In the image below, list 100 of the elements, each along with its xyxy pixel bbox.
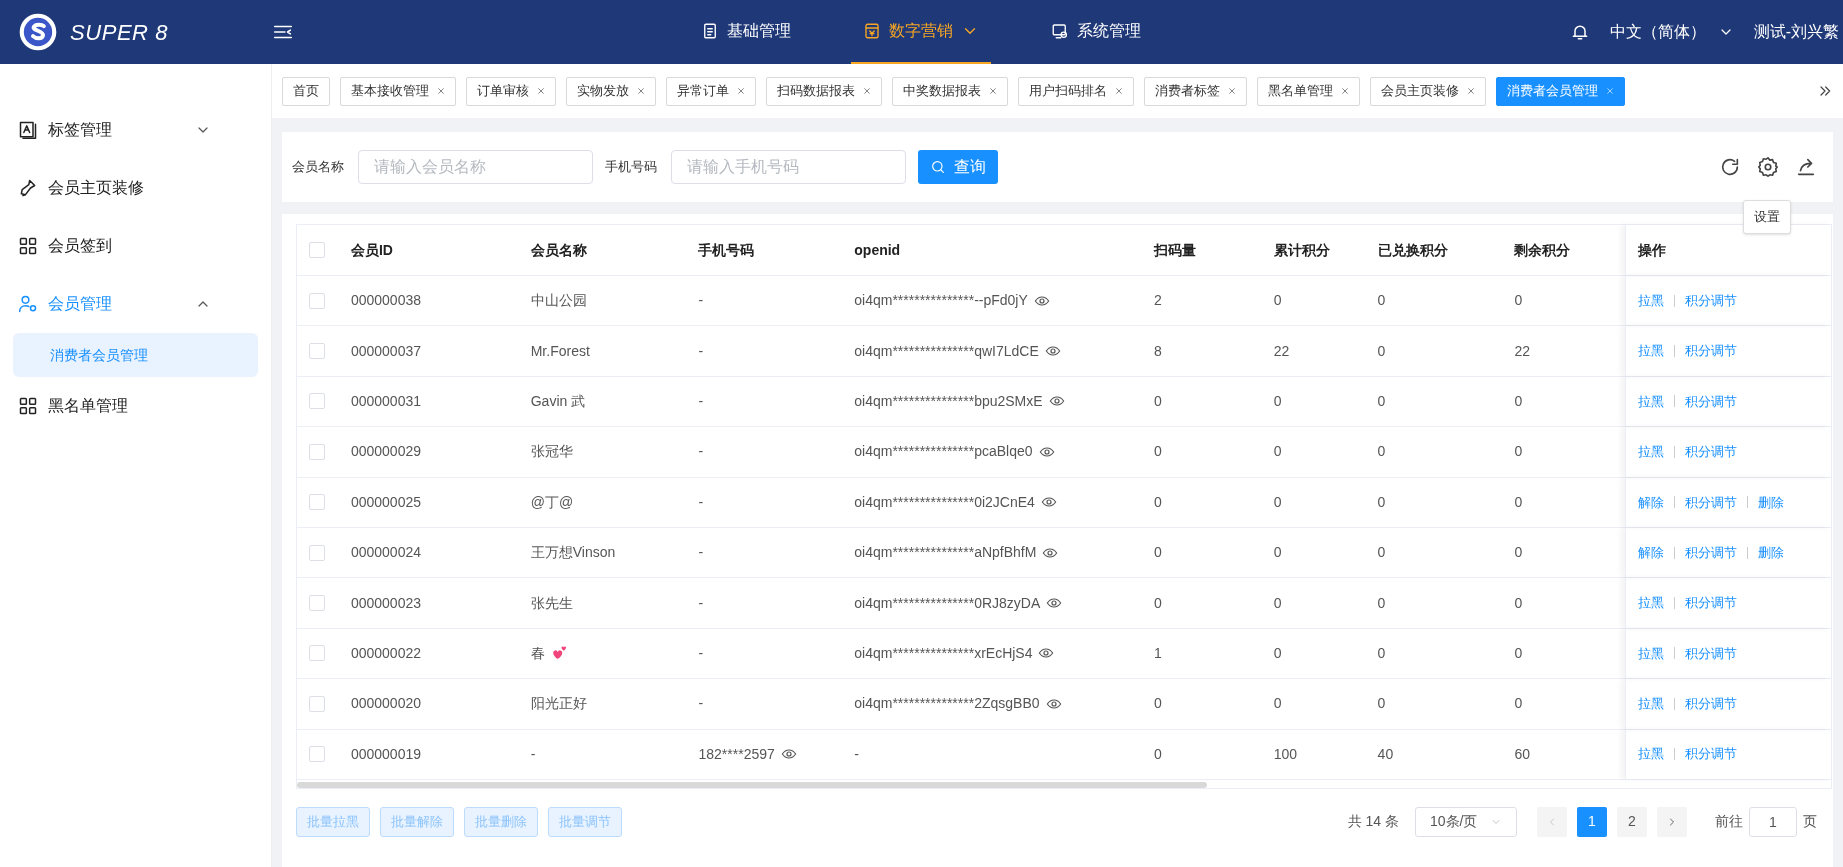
table-cell-text: 0 [1273, 442, 1282, 462]
page-tab[interactable]: 扫码数据报表 [766, 76, 882, 106]
search-button[interactable]: 查询 [918, 150, 998, 184]
table-cell-text: 0 [1153, 442, 1162, 462]
table-cell-text: 000000029 [350, 442, 421, 462]
page-tab[interactable]: 中奖数据报表 [892, 76, 1008, 106]
table-cell-text: 0 [1273, 291, 1282, 311]
user-name[interactable]: 测试-刘兴繁 [1753, 20, 1839, 44]
action-link[interactable]: 积分调节 [1685, 593, 1738, 613]
page-tab[interactable]: 会员主页装修 [1370, 76, 1486, 106]
scrollbar[interactable] [297, 781, 1207, 788]
checkbox[interactable] [309, 393, 325, 410]
action-link[interactable]: 删除 [1758, 492, 1785, 512]
close-icon[interactable] [1341, 87, 1349, 95]
input-field[interactable]: 请输入手机号码 [671, 150, 906, 184]
checkbox[interactable] [309, 695, 325, 712]
page-tab[interactable]: 用户扫码排名 [1018, 76, 1134, 106]
action-link[interactable]: 积分调节 [1685, 290, 1738, 311]
total-count: 共 14 条 [1347, 812, 1399, 832]
page-size-select[interactable]: 10条/页 [1415, 806, 1517, 837]
checkbox[interactable] [309, 645, 325, 662]
page-button[interactable]: 1 [1577, 806, 1607, 837]
table-cell-text: Mr.Forest [530, 341, 590, 361]
table-cell-text: - [698, 593, 704, 613]
page-tab[interactable]: 异常订单 [666, 76, 756, 106]
close-icon[interactable] [989, 87, 997, 95]
action-link[interactable]: 积分调节 [1685, 744, 1738, 764]
page-tab[interactable]: 订单审核 [466, 76, 556, 106]
close-icon[interactable] [637, 87, 645, 95]
field-label: 手机号码 [605, 158, 657, 177]
action-link[interactable]: 积分调节 [1685, 643, 1738, 664]
action-link[interactable]: 删除 [1758, 542, 1785, 563]
share-icon[interactable] [1795, 156, 1817, 178]
input-field[interactable]: 请输入会员名称 [358, 150, 593, 184]
settings-icon[interactable] [1757, 156, 1779, 178]
sidebar-item[interactable]: 标签管理 [0, 101, 271, 159]
action-link[interactable]: 解除 [1638, 542, 1665, 563]
close-icon[interactable] [863, 87, 871, 95]
table-cell-text: 000000019 [350, 744, 421, 764]
table-cell-text: 0 [1153, 543, 1162, 563]
grid-icon [18, 236, 38, 256]
action-link[interactable]: 积分调节 [1685, 341, 1738, 361]
checkbox[interactable] [309, 343, 325, 360]
table-cell-text: 0 [1514, 442, 1523, 462]
page-tab[interactable]: 首页 [282, 76, 330, 106]
action-link[interactable]: 积分调节 [1685, 492, 1738, 512]
table-cell-text: - [530, 744, 536, 764]
page-tab[interactable]: 基本接收管理 [340, 76, 456, 106]
table-cell-text: 1 [1153, 643, 1162, 663]
action-link[interactable]: 拉黑 [1638, 744, 1665, 764]
table-cell-text: oi4qm***************aNpfBhfM [854, 543, 1037, 563]
page-tab[interactable]: 实物发放 [566, 76, 656, 106]
page-tab[interactable]: 消费者会员管理 [1496, 76, 1625, 106]
sidebar-item[interactable]: 会员管理 [0, 275, 271, 333]
table-cell-text: 8 [1153, 341, 1162, 361]
checkbox[interactable] [309, 443, 325, 460]
action-link[interactable]: 拉黑 [1638, 694, 1665, 714]
nav-tab[interactable]: 系统管理 [1039, 0, 1153, 64]
sidebar-item[interactable]: 会员签到 [0, 217, 271, 275]
checkbox[interactable] [309, 746, 325, 763]
page-button[interactable]: 2 [1617, 806, 1647, 837]
action-link[interactable]: 拉黑 [1638, 593, 1665, 613]
refresh-icon[interactable] [1719, 156, 1741, 178]
action-link[interactable]: 拉黑 [1638, 442, 1665, 462]
action-link[interactable]: 解除 [1638, 492, 1665, 512]
close-icon[interactable] [1115, 87, 1123, 95]
table-cell-text: @丁@ [530, 492, 574, 512]
action-link[interactable]: 积分调节 [1685, 542, 1738, 563]
close-icon[interactable] [1228, 87, 1236, 95]
action-link[interactable]: 拉黑 [1638, 341, 1665, 361]
logo-icon [18, 12, 58, 52]
nav-tab[interactable]: 基础管理 [689, 0, 803, 64]
table-cell-text: 0 [1273, 694, 1282, 714]
sidebar-subitem[interactable]: 消费者会员管理 [13, 333, 258, 377]
action-link[interactable]: 拉黑 [1638, 290, 1665, 311]
page-tab[interactable]: 黑名单管理 [1257, 76, 1360, 106]
table-cell-text: 100 [1273, 744, 1298, 764]
sidebar-item[interactable]: 会员主页装修 [0, 159, 271, 217]
close-icon[interactable] [537, 87, 545, 95]
sidebar-item[interactable]: 黑名单管理 [0, 377, 271, 435]
checkbox[interactable] [309, 242, 325, 258]
action-link[interactable]: 拉黑 [1638, 643, 1665, 664]
table-cell-text: 0 [1514, 492, 1523, 512]
close-icon[interactable] [1467, 87, 1475, 95]
close-icon[interactable] [437, 87, 445, 95]
checkbox[interactable] [309, 292, 325, 309]
table-cell-text: 0 [1153, 694, 1162, 714]
page-tab[interactable]: 消费者标签 [1144, 76, 1247, 106]
page-input[interactable]: 1 [1749, 806, 1797, 837]
language-selector[interactable]: 中文（简体） [1609, 20, 1734, 44]
checkbox[interactable] [309, 494, 325, 511]
action-link[interactable]: 积分调节 [1685, 391, 1738, 412]
close-icon[interactable] [737, 87, 745, 95]
table-cell-text: - [698, 543, 704, 563]
action-link[interactable]: 积分调节 [1685, 694, 1738, 714]
checkbox[interactable] [309, 544, 325, 561]
checkbox[interactable] [309, 595, 325, 612]
action-link[interactable]: 积分调节 [1685, 442, 1738, 462]
action-link[interactable]: 拉黑 [1638, 391, 1665, 412]
table-cell-text: 张冠华 [530, 442, 573, 462]
